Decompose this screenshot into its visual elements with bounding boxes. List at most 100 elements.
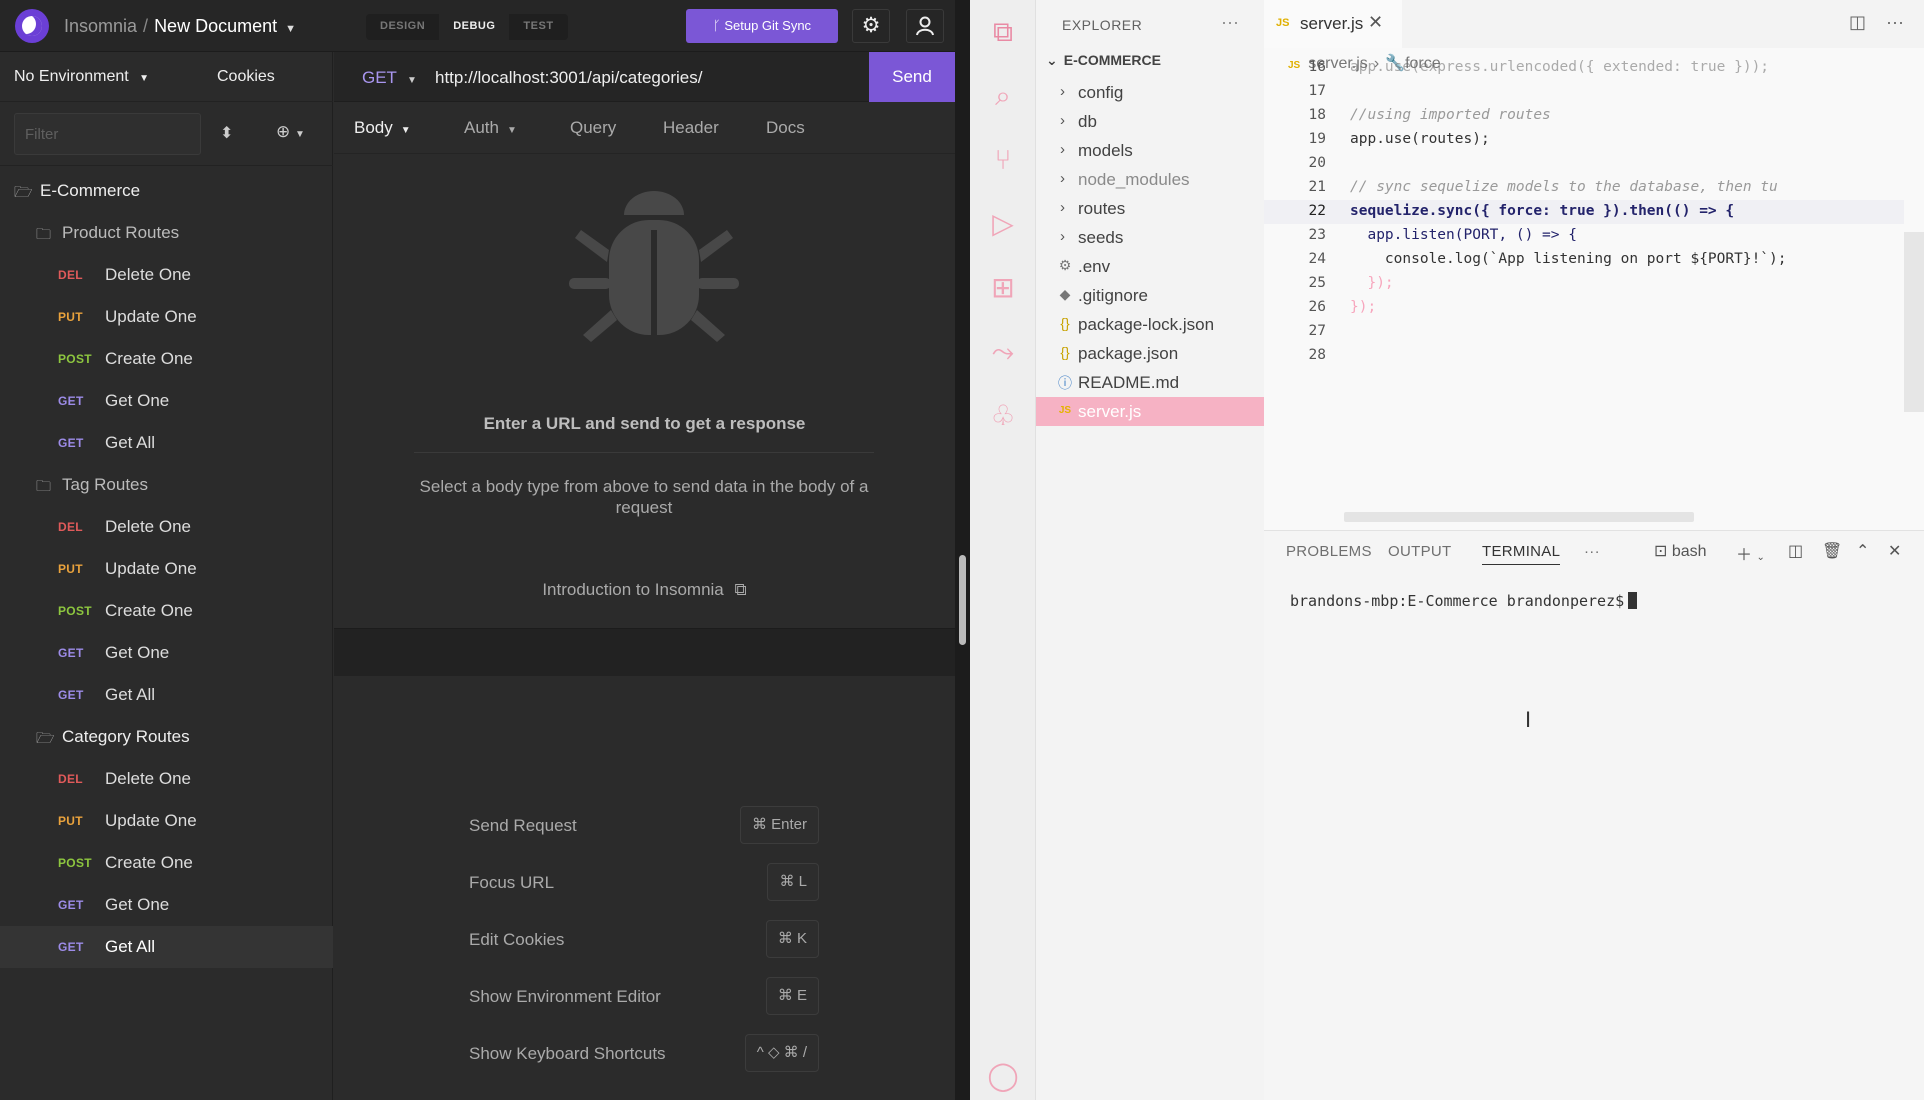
- request-item[interactable]: POST Create One: [0, 338, 333, 380]
- split-editor-icon[interactable]: ◫: [1849, 12, 1866, 32]
- mode-test[interactable]: TEST: [509, 14, 567, 40]
- request-item[interactable]: GET Get One: [0, 884, 333, 926]
- request-name: Get One: [105, 895, 170, 914]
- explorer-file[interactable]: ⚙ .env: [1036, 252, 1264, 281]
- file-name: package.json: [1078, 344, 1179, 363]
- request-item[interactable]: GET Get All: [0, 422, 333, 464]
- explorer-folder[interactable]: › seeds: [1036, 223, 1264, 252]
- setup-git-sync-button[interactable]: ᚴ Setup Git Sync: [686, 9, 838, 43]
- code-area[interactable]: 16 app.use(express.urlencoded({ extended:…: [1264, 59, 1904, 517]
- folder-label: E-Commerce: [40, 181, 141, 200]
- window-divider[interactable]: [955, 0, 970, 1100]
- files-icon[interactable]: ⧉: [985, 14, 1021, 50]
- method-dropdown[interactable]: GET ▼: [362, 68, 417, 88]
- explorer-folder[interactable]: › node_modules: [1036, 165, 1264, 194]
- split-terminal-icon[interactable]: ◫: [1788, 541, 1803, 561]
- panel-tab-terminal[interactable]: TERMINAL: [1482, 543, 1561, 565]
- request-item[interactable]: GET Get One: [0, 380, 333, 422]
- folder-e-commerce[interactable]: 🗁 E-Commerce: [0, 170, 333, 212]
- response-header-bar: [334, 628, 955, 676]
- folder-category-routes[interactable]: 🗁 Category Routes: [0, 716, 333, 758]
- chevron-down-icon[interactable]: ▼: [285, 23, 296, 35]
- tab-query[interactable]: Query: [570, 118, 616, 138]
- search-icon[interactable]: ⌕: [985, 78, 1021, 114]
- mode-debug[interactable]: DEBUG: [439, 14, 510, 40]
- close-icon[interactable]: ✕: [1368, 12, 1383, 33]
- environment-selector[interactable]: No Environment ▼: [14, 68, 149, 86]
- explorer-file[interactable]: {} package-lock.json: [1036, 310, 1264, 339]
- sort-icon[interactable]: ⬍: [220, 123, 233, 143]
- send-button[interactable]: Send: [869, 52, 955, 102]
- request-item[interactable]: PUT Update One: [0, 800, 333, 842]
- settings-gear-icon[interactable]: ⚙: [852, 9, 890, 43]
- cookies-button[interactable]: Cookies: [217, 68, 275, 86]
- explorer-folder[interactable]: › db: [1036, 107, 1264, 136]
- request-item-selected[interactable]: GET Get All: [0, 926, 333, 968]
- code-line: 21 // sync sequelize models to the databa…: [1264, 176, 1904, 200]
- run-debug-icon[interactable]: ▷: [985, 206, 1021, 242]
- scrollbar-thumb[interactable]: [959, 555, 966, 645]
- request-item[interactable]: DEL Delete One: [0, 506, 333, 548]
- explorer-file[interactable]: ◆ .gitignore: [1036, 281, 1264, 310]
- explorer-folder[interactable]: › models: [1036, 136, 1264, 165]
- request-item[interactable]: GET Get One: [0, 632, 333, 674]
- app-name[interactable]: Insomnia: [64, 16, 137, 36]
- environment-label: No Environment: [14, 68, 129, 85]
- request-item[interactable]: POST Create One: [0, 590, 333, 632]
- request-item[interactable]: DEL Delete One: [0, 758, 333, 800]
- tab-docs[interactable]: Docs: [766, 118, 805, 138]
- panel-tab-problems[interactable]: PROBLEMS: [1286, 543, 1372, 560]
- explorer-file-selected[interactable]: JS server.js: [1036, 397, 1264, 426]
- shortcut-key: ⌘ Enter: [739, 806, 819, 844]
- new-terminal-icon[interactable]: ＋ ⌄: [1736, 541, 1765, 565]
- vscode-window: ⧉ ⌕ ⑂ ▷ ⊞ ⤳ ♧ ◯ EXPLORER ··· ⌄ E-COMMERCE…: [970, 0, 1924, 1100]
- folder-product-routes[interactable]: 🗀 Product Routes: [0, 212, 333, 254]
- mode-design[interactable]: DESIGN: [366, 14, 439, 40]
- request-name: Create One: [105, 601, 193, 620]
- add-item-icon[interactable]: ⊕ ▼: [276, 122, 305, 142]
- more-actions-icon[interactable]: ···: [1584, 543, 1600, 560]
- workspace-root[interactable]: ⌄ E-COMMERCE: [1046, 52, 1161, 69]
- explorer-folder[interactable]: › routes: [1036, 194, 1264, 223]
- document-breadcrumb[interactable]: Insomnia / New Document ▼: [64, 16, 296, 37]
- line-number: 28: [1308, 347, 1326, 363]
- document-name[interactable]: New Document: [154, 16, 277, 36]
- extensions-icon[interactable]: ⊞: [985, 270, 1021, 306]
- explorer-folder[interactable]: › config: [1036, 78, 1264, 107]
- tab-header[interactable]: Header: [663, 118, 719, 138]
- folder-label: Tag Routes: [62, 475, 148, 494]
- remote-icon[interactable]: ⤳: [985, 334, 1021, 370]
- request-item[interactable]: PUT Update One: [0, 548, 333, 590]
- close-panel-icon[interactable]: ✕: [1888, 541, 1901, 561]
- source-control-icon[interactable]: ⑂: [985, 142, 1021, 178]
- request-item[interactable]: DEL Delete One: [0, 254, 333, 296]
- request-item[interactable]: GET Get All: [0, 674, 333, 716]
- more-actions-icon[interactable]: ···: [1221, 12, 1239, 33]
- vertical-scrollbar[interactable]: [1904, 232, 1924, 412]
- url-input[interactable]: http://localhost:3001/api/categories/: [435, 68, 702, 88]
- request-item[interactable]: POST Create One: [0, 842, 333, 884]
- code-line: 27: [1264, 320, 1904, 344]
- filter-input[interactable]: [14, 113, 201, 155]
- maximize-panel-icon[interactable]: ⌃: [1856, 541, 1869, 561]
- mode-switcher: DESIGN DEBUG TEST: [366, 14, 568, 40]
- terminal-shell-selector[interactable]: ⊡ bash: [1654, 541, 1707, 561]
- insomnia-logo-icon[interactable]: [15, 9, 49, 43]
- tab-body[interactable]: Body ▼: [354, 118, 411, 138]
- trash-icon[interactable]: 🗑: [1822, 541, 1842, 561]
- request-item[interactable]: PUT Update One: [0, 296, 333, 338]
- panel-tab-output[interactable]: OUTPUT: [1388, 543, 1451, 560]
- tree-icon[interactable]: ♧: [985, 398, 1021, 434]
- account-icon[interactable]: ◯: [985, 1058, 1021, 1094]
- intro-to-insomnia-link[interactable]: Introduction to Insomnia ⧉: [334, 580, 955, 600]
- more-actions-icon[interactable]: ···: [1886, 12, 1904, 32]
- terminal-output[interactable]: brandons-mbp:E-Commerce brandonperez$: [1290, 592, 1638, 610]
- editor-tab-server-js[interactable]: JS server.js ✕: [1264, 0, 1402, 48]
- git-branch-icon: ᚴ: [712, 18, 725, 33]
- horizontal-scrollbar[interactable]: [1344, 512, 1694, 522]
- account-user-icon[interactable]: [906, 9, 944, 43]
- explorer-file[interactable]: ⓘ README.md: [1036, 368, 1264, 397]
- tab-auth[interactable]: Auth ▼: [464, 118, 517, 138]
- folder-tag-routes[interactable]: 🗀 Tag Routes: [0, 464, 333, 506]
- explorer-file[interactable]: {} package.json: [1036, 339, 1264, 368]
